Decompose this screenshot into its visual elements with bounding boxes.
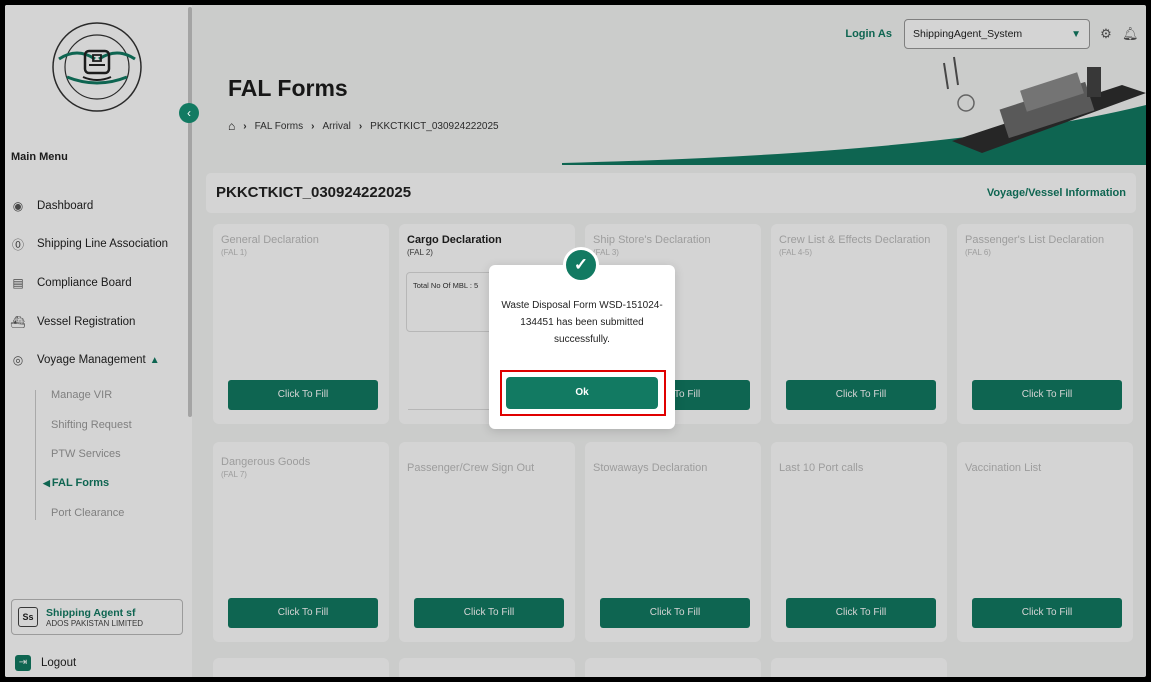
app-window: Main Menu ◉ Dashboard ⓪ Shipping Line As… [5,5,1146,677]
checkmark-icon: ✓ [563,247,599,283]
success-dialog: ✓ Waste Disposal Form WSD-151024-134451 … [489,247,675,429]
ok-button[interactable]: Ok [506,377,658,409]
sidebar-collapse-button[interactable]: ‹ [179,103,199,123]
dialog-message: Waste Disposal Form WSD-151024-134451 ha… [501,300,663,345]
